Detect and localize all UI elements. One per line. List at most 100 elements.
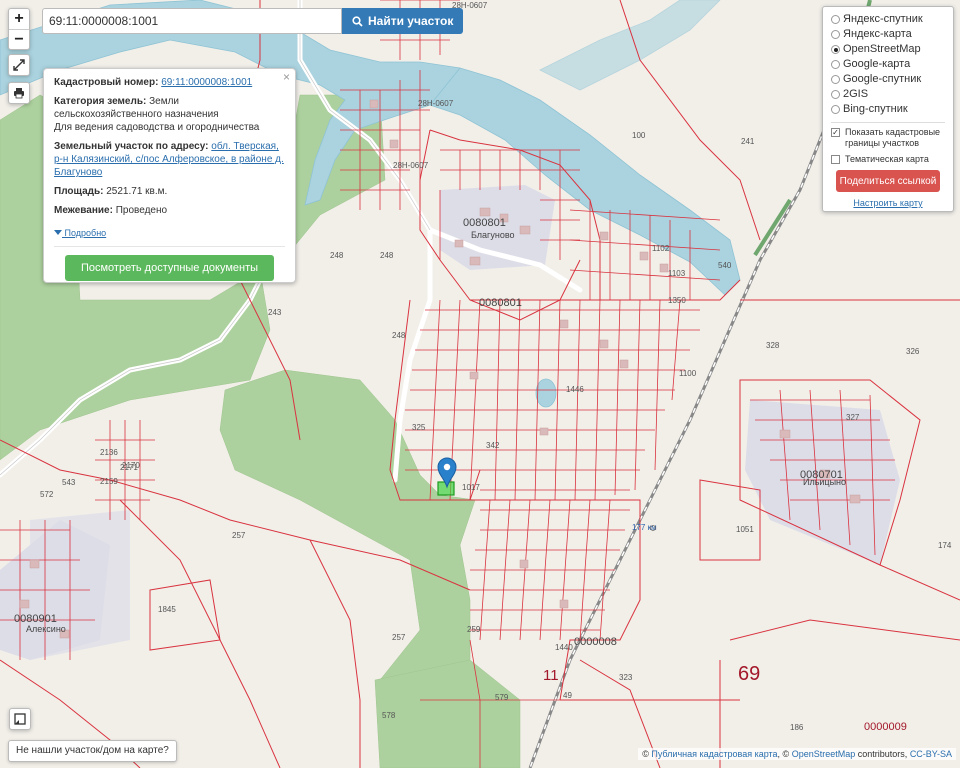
survey-label: Межевание: [54, 205, 113, 216]
find-parcel-label: Найти участок [368, 14, 454, 28]
parcel-number-label: 1102 [652, 244, 670, 253]
layer-option[interactable]: 2GIS [831, 87, 945, 102]
parcel-number-label: 579 [495, 693, 509, 702]
block-label: 0080801 [479, 297, 522, 309]
area-value: 2521.71 кв.м. [106, 186, 168, 197]
parcel-number-label: 2170 [122, 461, 140, 470]
layer-option-label: Яндекс-карта [843, 28, 912, 40]
parcel-number-label: 326 [906, 347, 920, 356]
parcel-number-label: 100 [632, 131, 646, 140]
zoom-out-button[interactable]: − [9, 29, 29, 49]
parcel-number-label: 248 [380, 251, 394, 260]
layer-option-label: Google-спутник [843, 73, 922, 85]
radio-icon [831, 105, 840, 114]
close-icon[interactable]: × [283, 71, 290, 84]
more-details-link[interactable]: Подробно [54, 227, 106, 240]
print-icon [14, 88, 24, 99]
cadastral-number-label: Кадастровый номер: [54, 77, 159, 88]
pkk-link[interactable]: Публичная кадастровая карта [651, 749, 777, 759]
parcel-number-label: 1446 [566, 385, 584, 394]
cadastral-number-link[interactable]: 69:11:0000008:1001 [161, 77, 252, 88]
parcel-info-popup: × Кадастровый номер: 69:11:0000008:1001 … [43, 68, 296, 283]
parcel-number-label: 1845 [158, 605, 176, 614]
parcel-number-label: 257 [232, 531, 246, 540]
layers-panel: Яндекс-спутник Яндекс-карта OpenStreetMap G… [822, 6, 954, 212]
road-label: 28Н-0607 [393, 161, 429, 170]
radio-icon [831, 15, 840, 24]
parcel-number-label: 543 [62, 478, 76, 487]
cadastral-number-row: Кадастровый номер: 69:11:0000008:1001 [54, 76, 285, 89]
frame-icon [14, 713, 26, 725]
license-link[interactable]: CC-BY-SA [910, 749, 952, 759]
fullscreen-icon [13, 59, 25, 71]
address-row: Земельный участок по адресу: обл. Тверск… [54, 140, 285, 179]
layer-option[interactable]: Яндекс-карта [831, 27, 945, 42]
fullscreen-button[interactable] [8, 54, 30, 76]
road-label: 28Н-0607 [418, 99, 454, 108]
not-found-button[interactable]: Не нашли участок/дом на карте? [8, 740, 177, 762]
layer-option[interactable]: OpenStreetMap [831, 42, 945, 57]
radio-icon [831, 30, 840, 39]
setup-map-link[interactable]: Настроить карту [831, 196, 945, 211]
thematic-map-checkbox[interactable]: Тематическая карта [831, 154, 945, 165]
checkbox-unchecked-icon [831, 155, 840, 164]
show-cadastral-checkbox[interactable]: ✓ Показать кадастровые границы участков [831, 127, 945, 149]
layer-option[interactable]: Google-спутник [831, 72, 945, 87]
zoom-control: + − [8, 8, 30, 50]
layer-option[interactable]: Bing-спутник [831, 102, 945, 117]
parcel-number-label: 241 [741, 137, 755, 146]
parcel-number-label: 1350 [668, 296, 686, 305]
parcel-number-label: 342 [486, 441, 500, 450]
address-label: Земельный участок по адресу: [54, 141, 209, 152]
parcel-number-label: 49 [563, 691, 572, 700]
parcel-number-label: 259 [467, 625, 481, 634]
layer-option-label: Google-карта [843, 58, 911, 70]
radio-icon [831, 75, 840, 84]
parcel-number-label: 186 [790, 723, 804, 732]
parcel-number-label: 328 [766, 341, 780, 350]
place-label: Ильицыно [803, 477, 846, 487]
quarter-label: 0000008 [574, 636, 617, 648]
checkbox-checked-icon: ✓ [831, 128, 840, 137]
layer-option-label: Bing-спутник [843, 103, 908, 115]
parcel-number-label: 1017 [462, 483, 480, 492]
area-row: Площадь: 2521.71 кв.м. [54, 185, 285, 198]
parcel-number-label: 248 [330, 251, 344, 260]
parcel-number-label: 578 [382, 711, 396, 720]
layer-option[interactable]: Яндекс-спутник [831, 12, 945, 27]
parcel-number-label: 323 [619, 673, 633, 682]
layer-option-label: OpenStreetMap [843, 43, 921, 55]
parcel-number-label: 174 [938, 541, 952, 550]
area-label: Площадь: [54, 186, 104, 197]
layer-option-label: Яндекс-спутник [843, 13, 923, 25]
parcel-number-label: 327 [846, 413, 860, 422]
place-label: Благуново [471, 230, 515, 240]
parcel-number-label: 1051 [736, 525, 754, 534]
land-category-row: Категория земель: Земли сельскохозяйстве… [54, 95, 285, 134]
radio-icon [831, 90, 840, 99]
parcel-number-label: 1100 [679, 369, 697, 378]
parcel-number-label: 257 [392, 633, 406, 642]
map-attribution: © Публичная кадастровая карта, © OpenStr… [638, 748, 956, 760]
show-cadastral-label: Показать кадастровые границы участков [845, 127, 941, 148]
view-documents-button[interactable]: Посмотреть доступные документы [65, 255, 274, 281]
osm-link[interactable]: OpenStreetMap [792, 749, 856, 759]
chevron-down-icon [54, 230, 62, 235]
quarter-label: 0000009 [864, 721, 907, 733]
print-button[interactable] [8, 82, 30, 104]
parcel-number-label: 540 [718, 261, 732, 270]
layer-option[interactable]: Google-карта [831, 57, 945, 72]
radio-selected-icon [831, 45, 840, 54]
find-parcel-button[interactable]: Найти участок [342, 8, 464, 34]
thematic-map-label: Тематическая карта [845, 154, 929, 164]
district-label: 11 [543, 667, 559, 684]
layer-option-label: 2GIS [843, 88, 869, 100]
share-link-button[interactable]: Поделиться ссылкой [836, 170, 940, 192]
cadastral-search-input[interactable] [42, 8, 342, 34]
block-label: 0080801 [463, 217, 506, 229]
parcel-number-label: 248 [392, 331, 406, 340]
place-label: Алексино [26, 624, 66, 634]
parcel-number-label: 1440 [555, 643, 573, 652]
zoom-in-button[interactable]: + [9, 9, 29, 29]
frame-button[interactable] [9, 708, 31, 730]
